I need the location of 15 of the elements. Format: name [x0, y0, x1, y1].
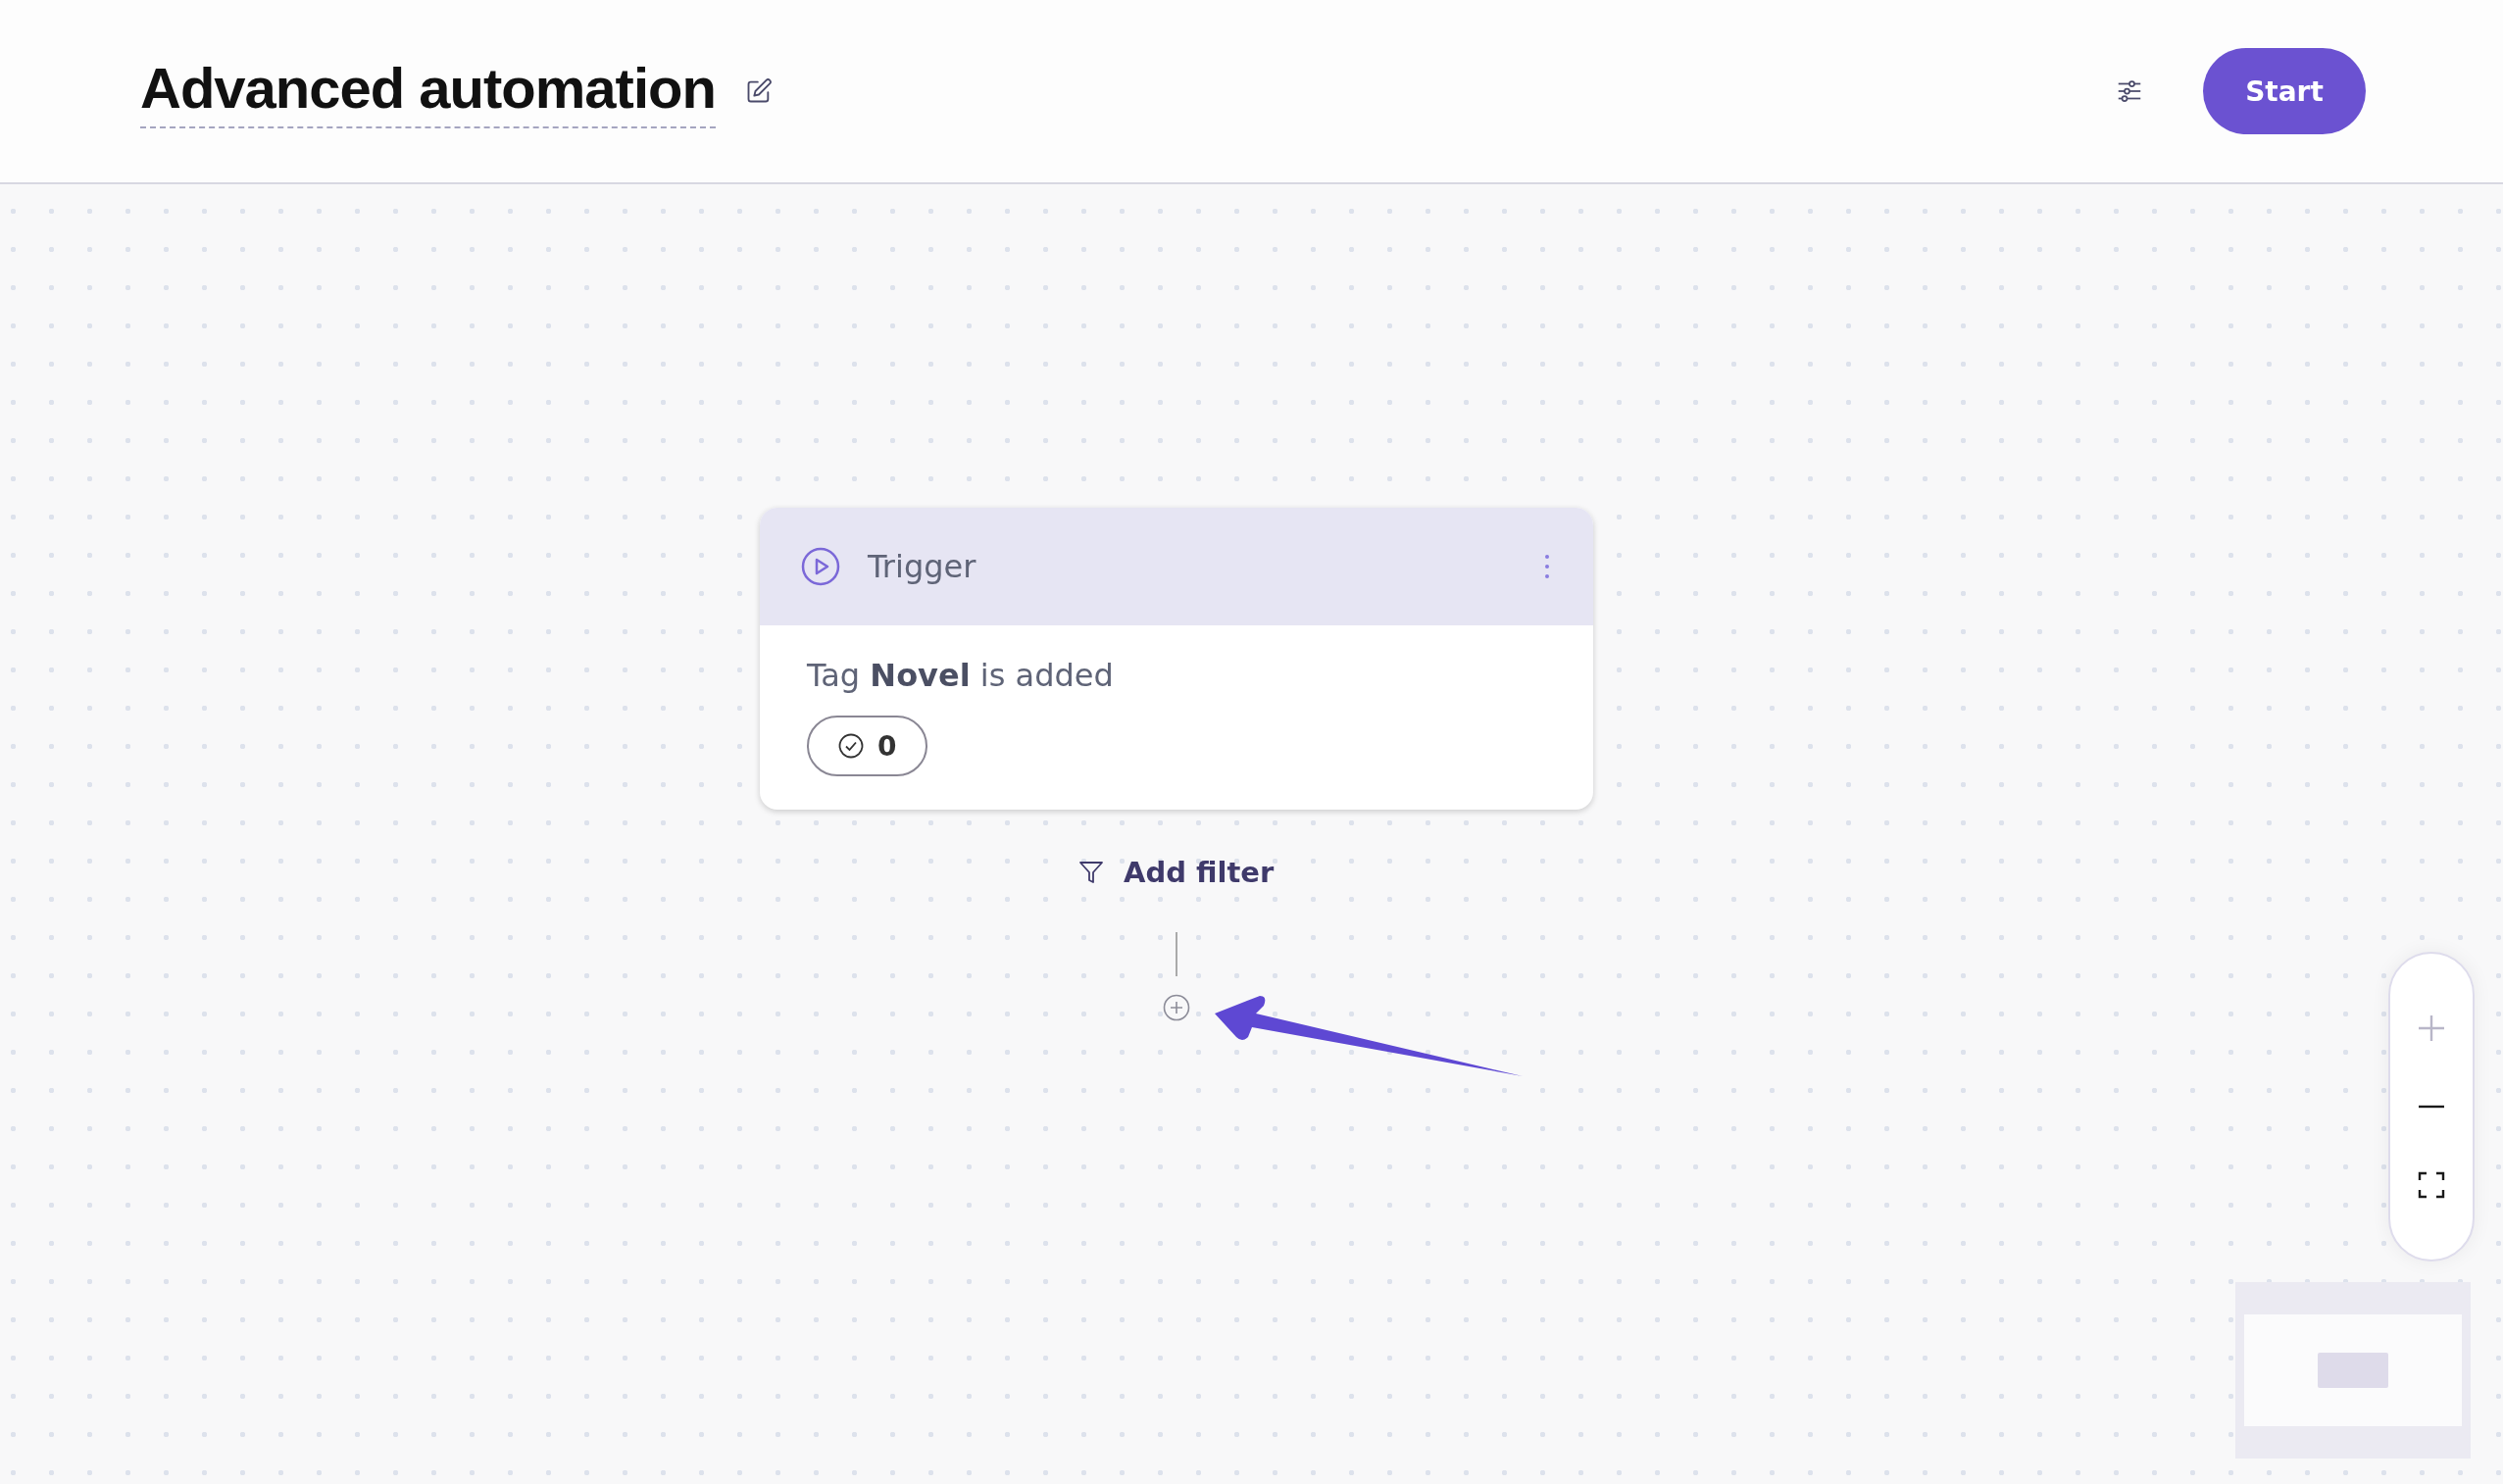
- add-filter-button[interactable]: Add filter: [1078, 856, 1275, 889]
- check-circle-icon: [838, 733, 864, 759]
- start-button[interactable]: Start: [2203, 48, 2366, 134]
- play-icon: [801, 547, 840, 586]
- card-title: Trigger: [868, 548, 977, 585]
- fit-screen-icon[interactable]: [2416, 1169, 2447, 1201]
- trigger-description: Tag Novel is added: [807, 657, 1114, 694]
- connector-line: [1176, 932, 1177, 976]
- trigger-card[interactable]: Trigger Tag Novel is added 0: [760, 508, 1593, 810]
- add-step-icon[interactable]: [1163, 994, 1190, 1021]
- more-options-icon[interactable]: [1544, 554, 1550, 579]
- filter-icon: [1078, 860, 1104, 885]
- automation-title[interactable]: Advanced automation: [140, 54, 716, 128]
- count-value: 0: [877, 729, 897, 763]
- completed-count-pill[interactable]: 0: [807, 716, 928, 776]
